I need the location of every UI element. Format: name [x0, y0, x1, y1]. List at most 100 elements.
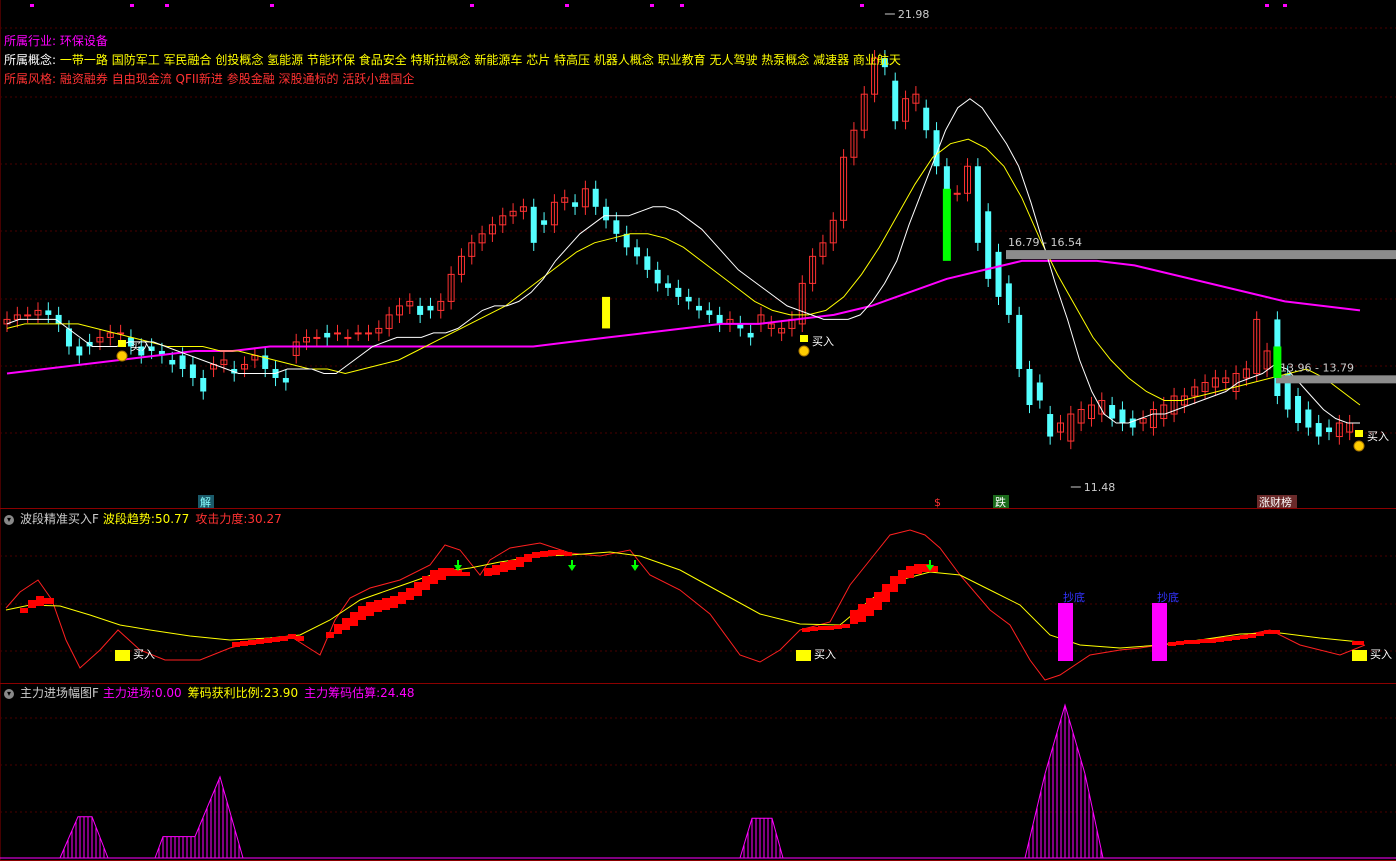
momentum-bar — [342, 618, 350, 630]
candle-body-down — [675, 287, 682, 297]
momentum-bar — [422, 576, 430, 590]
momentum-bar — [28, 600, 36, 608]
top-marker — [470, 4, 474, 7]
buy-label: 买入 — [1367, 430, 1389, 443]
candle-body-down — [541, 220, 548, 225]
momentum-bar — [484, 568, 492, 576]
candle-body-up — [354, 332, 362, 335]
momentum-bar — [1248, 634, 1256, 638]
ma-mid-line — [6, 138, 1361, 406]
momentum-bar — [374, 600, 382, 612]
money-bag-icon — [1353, 440, 1365, 452]
momentum-bar — [366, 602, 374, 616]
high-label: 21.98 — [898, 8, 930, 21]
collapse-icon[interactable]: ▾ — [4, 688, 14, 699]
panel2-title[interactable]: 波段精准买入F — [20, 512, 99, 526]
enter-label: 主力进场: — [102, 686, 155, 700]
bottom-label: 抄底 — [1063, 590, 1085, 604]
candle-body-down — [613, 220, 620, 234]
candle-body-down — [282, 377, 289, 383]
momentum-bar — [232, 642, 240, 647]
candle-body-down — [974, 166, 981, 243]
momentum-bar — [826, 626, 834, 630]
top-marker — [30, 4, 34, 7]
momentum-bar — [866, 598, 874, 616]
momentum-bar — [326, 632, 334, 638]
signal-candle-yellow — [602, 296, 611, 329]
candle-body-down — [665, 283, 672, 288]
ma-short-line — [6, 98, 1360, 424]
momentum-bar — [818, 626, 826, 630]
candle-body-down — [1016, 314, 1023, 369]
concept-row: 所属概念: 一带一路 国防军工 军民融合 创投概念 氢能源 节能环保 食品安全 … — [4, 53, 901, 67]
style-value[interactable]: 融资融券 自由现金流 QFII新进 参股金融 深股通标的 活跃小盘国企 — [60, 72, 415, 86]
momentum-bar — [20, 608, 28, 613]
candle-body-down — [634, 247, 641, 257]
est-value: 24.48 — [380, 686, 415, 700]
top-marker — [565, 4, 569, 7]
candle-body-down — [706, 310, 713, 315]
candle-body-up — [344, 336, 352, 339]
candle-body-down — [995, 251, 1002, 297]
top-marker — [1265, 4, 1269, 7]
momentum-bar — [44, 598, 54, 604]
top-marker — [650, 4, 654, 7]
concept-value[interactable]: 一带一路 国防军工 军民融合 创投概念 氢能源 节能环保 食品安全 特斯拉概念 … — [60, 53, 901, 67]
candle-body-down — [1326, 427, 1333, 433]
momentum-bar — [1200, 639, 1208, 643]
momentum-bar — [500, 562, 508, 572]
candle-body-down — [1295, 396, 1302, 424]
money-bag-icon — [798, 345, 810, 357]
candle-body-down — [747, 332, 754, 338]
candle-body-down — [695, 305, 702, 311]
buy-label: 买入 — [133, 648, 155, 661]
momentum-bar — [842, 624, 850, 628]
candle-body-up — [24, 314, 32, 317]
style-label: 所属风格: — [4, 72, 57, 86]
candle-body-up — [364, 332, 372, 335]
momentum-bar — [390, 596, 398, 608]
candle-body-down — [1047, 414, 1054, 437]
style-row: 所属风格: 融资融券 自由现金流 QFII新进 参股金融 深股通标的 活跃小盘国… — [4, 72, 414, 86]
momentum-bar — [1216, 638, 1224, 642]
profit-label: 筹码获利比例: — [187, 686, 264, 700]
candle-body-down — [189, 364, 196, 378]
top-marker — [1283, 4, 1287, 7]
momentum-bar — [462, 572, 470, 576]
top-marker — [860, 4, 864, 7]
momentum-bar — [430, 570, 438, 584]
momentum-bar — [1224, 637, 1232, 641]
candle-body-down — [169, 359, 176, 365]
buy-label: 买入 — [1370, 648, 1392, 661]
panel3-title[interactable]: 主力进场幅图F — [20, 686, 99, 700]
candle-body-down — [685, 296, 692, 302]
momentum-bar — [280, 636, 288, 641]
momentum-bar — [248, 640, 256, 645]
ma-long-line — [6, 259, 1361, 375]
momentum-bar — [288, 634, 296, 639]
collapse-icon[interactable]: ▾ — [4, 514, 14, 525]
candle-body-up — [334, 332, 342, 335]
industry-value[interactable]: 环保设备 — [60, 34, 108, 48]
candle-body-down — [1109, 405, 1116, 419]
candle-body-down — [716, 314, 723, 324]
candle-body-down — [76, 346, 83, 356]
momentum-bar — [350, 612, 358, 626]
stock-chart[interactable]: 21.9811.4816.79 - 16.5413.96 - 13.79买入 买入… — [0, 0, 1396, 861]
momentum-bar — [1272, 630, 1280, 634]
momentum-bar — [882, 584, 890, 602]
top-marker — [680, 4, 684, 7]
badge-list: 涨财榜 — [1259, 495, 1292, 509]
momentum-bar — [1352, 641, 1364, 645]
attack-label: 攻击力度: — [195, 512, 248, 526]
momentum-bar — [334, 624, 342, 634]
trend-value: 50.77 — [154, 512, 190, 526]
momentum-bar — [1208, 639, 1216, 643]
candle-body-up — [313, 336, 321, 339]
candle-body-down — [427, 305, 434, 311]
momentum-bar — [802, 628, 810, 632]
momentum-bar — [1240, 635, 1248, 639]
top-marker — [270, 4, 274, 7]
candle-body-down — [923, 107, 930, 131]
momentum-bar — [532, 552, 540, 558]
